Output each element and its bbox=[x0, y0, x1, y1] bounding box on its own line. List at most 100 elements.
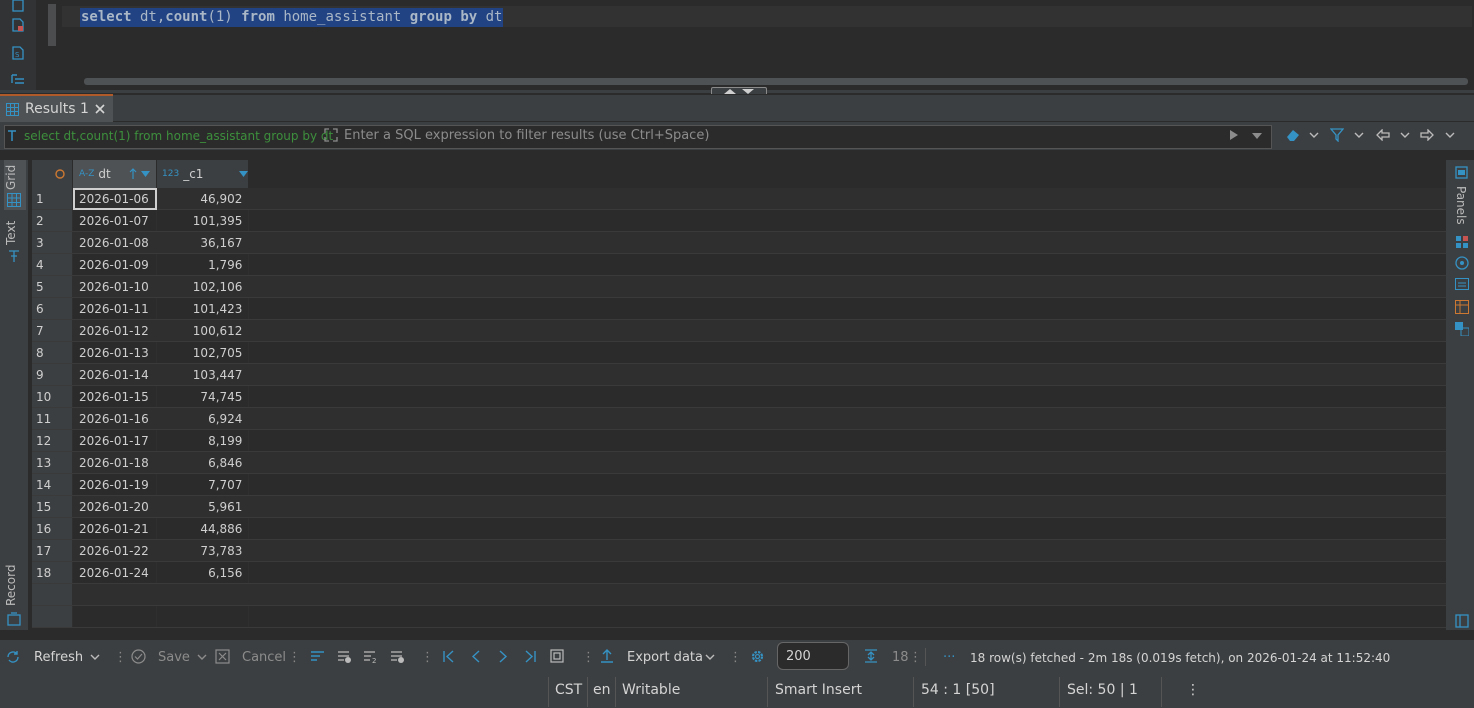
text-icon[interactable] bbox=[8, 249, 20, 263]
cell-c1[interactable]: 100,612 bbox=[156, 319, 250, 342]
script-icon[interactable]: S bbox=[11, 46, 25, 60]
row-number[interactable]: 4 bbox=[32, 253, 73, 276]
table-row[interactable]: 4 2026-01-09 1,796 bbox=[32, 253, 1446, 276]
more-icon[interactable]: ··· bbox=[943, 650, 955, 665]
first-page-icon[interactable] bbox=[443, 650, 455, 663]
table-row[interactable]: 7 2026-01-12 100,612 bbox=[32, 319, 1446, 342]
cell-c1[interactable]: 102,705 bbox=[156, 341, 250, 364]
add-row-icon[interactable] bbox=[337, 650, 352, 664]
table-row[interactable]: 3 2026-01-08 36,167 bbox=[32, 231, 1446, 254]
cell-dt[interactable]: 2026-01-10 bbox=[72, 275, 157, 298]
settings-icon[interactable] bbox=[750, 649, 765, 664]
row-number[interactable]: 12 bbox=[32, 429, 73, 452]
chevron-down-icon[interactable] bbox=[705, 654, 715, 661]
tab-results-1[interactable]: Results 1 bbox=[0, 94, 113, 122]
save-button[interactable]: Save bbox=[158, 650, 190, 665]
cell-c1[interactable]: 6,846 bbox=[156, 451, 250, 474]
references-icon[interactable] bbox=[1455, 322, 1469, 336]
row-number[interactable]: 16 bbox=[32, 517, 73, 540]
forward-icon[interactable] bbox=[1420, 129, 1434, 141]
filter-dropdown-icon[interactable] bbox=[1252, 133, 1262, 139]
filter-current-query[interactable]: select dt,count(1) from home_assistant g… bbox=[24, 129, 334, 143]
last-page-icon[interactable] bbox=[524, 650, 536, 663]
grouping-icon[interactable] bbox=[1455, 300, 1469, 314]
cell-c1[interactable]: 36,167 bbox=[156, 231, 250, 254]
chevron-down-icon[interactable] bbox=[1354, 132, 1364, 139]
row-number[interactable]: 14 bbox=[32, 473, 73, 496]
export-icon[interactable] bbox=[600, 649, 614, 664]
column-header-c1[interactable]: 123 _c1 bbox=[156, 160, 250, 188]
cell-dt[interactable]: 2026-01-09 bbox=[72, 253, 157, 276]
cell-c1[interactable]: 101,395 bbox=[156, 209, 250, 232]
row-number[interactable]: 15 bbox=[32, 495, 73, 518]
row-number[interactable]: 11 bbox=[32, 407, 73, 430]
select-all-icon[interactable] bbox=[32, 169, 72, 179]
cell-dt[interactable]: 2026-01-18 bbox=[72, 451, 157, 474]
row-number[interactable]: 1 bbox=[32, 188, 73, 210]
table-row[interactable]: 16 2026-01-21 44,886 bbox=[32, 517, 1446, 540]
cell-dt[interactable]: 2026-01-17 bbox=[72, 429, 157, 452]
row-number[interactable]: 13 bbox=[32, 451, 73, 474]
back-icon[interactable] bbox=[1376, 129, 1390, 141]
prev-page-icon[interactable] bbox=[471, 650, 481, 663]
chevron-down-icon[interactable] bbox=[90, 654, 100, 661]
row-number[interactable]: 2 bbox=[32, 209, 73, 232]
column-filter-icon[interactable] bbox=[140, 171, 150, 177]
cell-dt[interactable]: 2026-01-15 bbox=[72, 385, 157, 408]
cell-dt[interactable]: 2026-01-16 bbox=[72, 407, 157, 430]
table-row[interactable]: 2 2026-01-07 101,395 bbox=[32, 209, 1446, 232]
panels-icon[interactable] bbox=[1455, 166, 1468, 179]
calc-icon[interactable] bbox=[1455, 278, 1469, 290]
cancel-button[interactable]: Cancel bbox=[242, 650, 286, 665]
chevron-down-icon[interactable] bbox=[1445, 132, 1455, 139]
sort-icon[interactable] bbox=[129, 168, 137, 180]
table-row[interactable]: 15 2026-01-20 5,961 bbox=[32, 495, 1446, 518]
tab-panels-label[interactable]: Panels bbox=[1454, 186, 1468, 225]
cell-c1[interactable]: 6,156 bbox=[156, 561, 250, 584]
cell-dt[interactable]: 2026-01-08 bbox=[72, 231, 157, 254]
copy-row-icon[interactable]: 2 bbox=[363, 650, 378, 664]
chevron-down-icon[interactable] bbox=[197, 654, 207, 661]
cell-dt[interactable]: 2026-01-13 bbox=[72, 341, 157, 364]
table-row[interactable]: 13 2026-01-18 6,846 bbox=[32, 451, 1446, 474]
column-filter-icon[interactable] bbox=[239, 171, 249, 177]
cell-c1[interactable]: 101,423 bbox=[156, 297, 250, 320]
cell-c1[interactable]: 5,961 bbox=[156, 495, 250, 518]
sql-file-icon[interactable] bbox=[11, 0, 25, 14]
page-size-input[interactable]: 200 bbox=[777, 642, 849, 670]
cell-c1[interactable]: 7,707 bbox=[156, 473, 250, 496]
column-header-dt[interactable]: A-Z dt bbox=[72, 160, 157, 188]
status-insert-mode[interactable]: Smart Insert bbox=[775, 682, 862, 698]
row-number[interactable]: 8 bbox=[32, 341, 73, 364]
fetch-page-icon[interactable] bbox=[550, 649, 564, 663]
table-row[interactable]: 8 2026-01-13 102,705 bbox=[32, 341, 1446, 364]
script-error-icon[interactable] bbox=[11, 18, 25, 32]
sql-query-text[interactable]: select dt,count(1) from home_assistant g… bbox=[80, 8, 504, 27]
cell-dt[interactable]: 2026-01-11 bbox=[72, 297, 157, 320]
refresh-icon[interactable] bbox=[6, 650, 20, 664]
filter-history-icon[interactable] bbox=[6, 129, 18, 143]
cell-c1[interactable]: 102,106 bbox=[156, 275, 250, 298]
tab-grid-label[interactable]: Grid bbox=[4, 165, 18, 190]
cell-c1[interactable]: 44,886 bbox=[156, 517, 250, 540]
row-number[interactable]: 9 bbox=[32, 363, 73, 386]
panel-toggle-icon[interactable] bbox=[1455, 614, 1469, 628]
table-row[interactable]: 9 2026-01-14 103,447 bbox=[32, 363, 1446, 386]
export-data-button[interactable]: Export data bbox=[627, 650, 703, 665]
row-number-header[interactable] bbox=[32, 160, 73, 188]
refresh-button[interactable]: Refresh bbox=[34, 650, 83, 665]
table-row[interactable]: 10 2026-01-15 74,745 bbox=[32, 385, 1446, 408]
grid-icon[interactable] bbox=[7, 193, 21, 207]
cell-c1[interactable]: 73,783 bbox=[156, 539, 250, 562]
row-number[interactable]: 7 bbox=[32, 319, 73, 342]
table-row[interactable]: 1 2026-01-06 46,902 bbox=[32, 188, 1446, 210]
cell-dt[interactable]: 2026-01-21 bbox=[72, 517, 157, 540]
editor-horizontal-scrollbar[interactable] bbox=[84, 78, 1468, 85]
cell-dt[interactable]: 2026-01-20 bbox=[72, 495, 157, 518]
chevron-down-icon[interactable] bbox=[1400, 132, 1410, 139]
table-row[interactable]: 6 2026-01-11 101,423 bbox=[32, 297, 1446, 320]
cell-c1[interactable]: 74,745 bbox=[156, 385, 250, 408]
table-row[interactable]: 14 2026-01-19 7,707 bbox=[32, 473, 1446, 496]
edit-row-icon[interactable] bbox=[310, 650, 325, 663]
row-number[interactable]: 6 bbox=[32, 297, 73, 320]
